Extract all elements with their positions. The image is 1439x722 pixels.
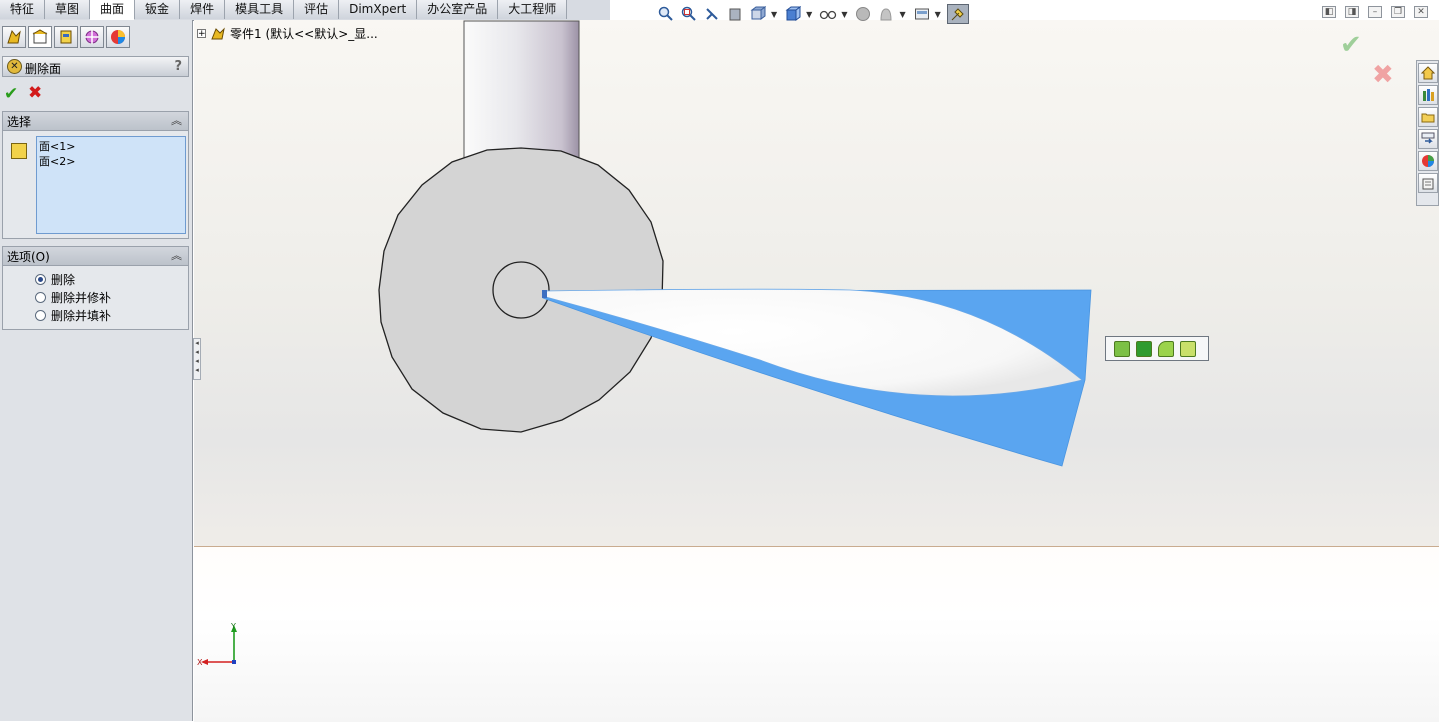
part-name: 零件1 (默认<<默认>_显... (230, 27, 378, 41)
feature-tree-flyout[interactable]: + 零件1 (默认<<默认>_显... (197, 25, 378, 42)
chevron-down-icon[interactable]: ▼ (899, 10, 905, 19)
reference-triad: Y X (197, 622, 237, 667)
view-orientation-icon[interactable] (748, 5, 768, 23)
faces-selection-box[interactable]: 面<1> 面<2> (36, 136, 186, 234)
close-icon[interactable]: ✕ (1414, 6, 1428, 18)
custom-properties-icon[interactable] (1418, 173, 1438, 193)
minimize-icon[interactable]: – (1368, 6, 1382, 18)
tab-evaluate[interactable]: 评估 (294, 0, 340, 19)
triad-x-label: X (197, 658, 203, 667)
configuration-manager-tab-icon[interactable] (54, 26, 78, 48)
property-manager-tab-icon[interactable] (28, 26, 52, 48)
property-manager-header: ✕ 删除面 ? (2, 56, 189, 77)
options-group-title: 选项(O) (7, 250, 50, 264)
edit-appearance-icon[interactable] (853, 5, 873, 23)
tab-big-engineer[interactable]: 大工程师 (498, 0, 568, 19)
tab-sketch[interactable]: 草图 (45, 0, 91, 19)
option-delete[interactable]: 删除 (35, 271, 75, 287)
design-library-icon[interactable] (1418, 85, 1438, 105)
option-label: 删除并填补 (51, 308, 112, 323)
select-loop-icon[interactable] (1180, 340, 1196, 357)
confirmation-ok-icon[interactable]: ✔ (1340, 30, 1362, 60)
options-group-header[interactable]: 选项(O) ︽ (3, 247, 188, 266)
collapse-icon[interactable]: ︽ (171, 247, 182, 263)
panel-splitter[interactable]: ◂ ◂ ◂ ◂ (193, 338, 201, 380)
help-icon[interactable]: ? (174, 59, 182, 74)
context-toolbar (1105, 336, 1209, 361)
option-label: 删除 (51, 272, 76, 287)
zoom-to-area-icon[interactable] (679, 5, 699, 23)
chevron-down-icon[interactable]: ▼ (806, 10, 812, 19)
zoom-to-fit-icon[interactable] (656, 5, 676, 23)
apply-scene-icon[interactable] (876, 5, 896, 23)
previous-view-icon[interactable] (702, 5, 722, 23)
hide-show-items-icon[interactable] (818, 5, 838, 23)
option-delete-and-patch[interactable]: 删除并修补 (35, 289, 111, 305)
document-window-controls: ◧ ◨ – ❐ ✕ (1322, 6, 1428, 18)
section-view-icon[interactable] (725, 5, 745, 23)
view-settings-icon[interactable] (912, 5, 932, 23)
tile-left-icon[interactable]: ◧ (1322, 6, 1336, 18)
dimxpert-manager-tab-icon[interactable] (80, 26, 104, 48)
tab-features[interactable]: 特征 (0, 0, 46, 19)
tile-right-icon[interactable]: ◨ (1345, 6, 1359, 18)
restore-icon[interactable]: ❐ (1391, 6, 1405, 18)
tab-sheet-metal[interactable]: 钣金 (135, 0, 181, 19)
view-palette-icon[interactable] (1418, 129, 1438, 149)
display-manager-tab-icon[interactable] (106, 26, 130, 48)
realview-graphics-icon[interactable] (946, 4, 969, 24)
tab-mold-tools[interactable]: 模具工具 (225, 0, 295, 19)
appearances-scenes-icon[interactable] (1418, 151, 1438, 171)
property-manager-title: 删除面 (25, 62, 62, 76)
radio-delete-and-fill[interactable] (35, 309, 46, 321)
options-group: 选项(O) ︽ 删除 删除并修补 删除并填补 (2, 246, 189, 330)
option-label: 删除并修补 (51, 290, 112, 305)
selection-group-header[interactable]: 选择 ︽ (3, 112, 188, 131)
tree-expand-icon[interactable]: + (197, 29, 206, 39)
radio-delete-and-patch[interactable] (35, 291, 46, 303)
option-delete-and-fill[interactable]: 删除并填补 (35, 307, 111, 323)
graphics-floor (194, 546, 1439, 722)
collapse-icon[interactable]: ︽ (171, 112, 182, 128)
command-manager-tabs: 特征 草图 曲面 钣金 焊件 模具工具 评估 DimXpert 办公室产品 大工… (0, 0, 610, 21)
file-explorer-icon[interactable] (1418, 107, 1438, 127)
selection-group: 选择 ︽ 面<1> 面<2> (2, 111, 189, 239)
ok-button[interactable]: ✔ (4, 84, 18, 104)
cancel-button[interactable]: ✖ (28, 83, 42, 103)
manager-tabs (2, 26, 130, 50)
chevron-down-icon[interactable]: ▼ (771, 10, 777, 19)
tab-surfaces[interactable]: 曲面 (90, 0, 136, 20)
feature-manager-tab-icon[interactable] (2, 26, 26, 48)
triad-y-label: Y (230, 622, 236, 631)
tab-dimxpert[interactable]: DimXpert (339, 0, 418, 19)
part-icon (211, 26, 225, 39)
confirmation-cancel-icon[interactable]: ✖ (1372, 60, 1394, 90)
chevron-down-icon[interactable]: ▼ (935, 10, 941, 19)
solidworks-resources-icon[interactable] (1418, 63, 1438, 83)
task-pane (1416, 60, 1439, 206)
tab-office-products[interactable]: 办公室产品 (417, 0, 499, 19)
delete-face-icon: ✕ (7, 59, 22, 74)
chevron-down-icon[interactable]: ▼ (841, 10, 847, 19)
list-item[interactable]: 面<1> (39, 139, 183, 154)
heads-up-view-toolbar: ▼ ▼ ▼ ▼ ▼ (656, 4, 969, 24)
display-style-icon[interactable] (783, 5, 803, 23)
radio-delete[interactable] (35, 273, 46, 285)
tab-weldments[interactable]: 焊件 (180, 0, 226, 19)
property-manager-panel: ✕ 删除面 ? ✔ ✖ 选择 ︽ 面<1> 面<2> 选项(O) ︽ 删除 删除… (0, 20, 193, 721)
edit-feature-icon[interactable] (1114, 340, 1130, 357)
list-item[interactable]: 面<2> (39, 154, 183, 169)
faces-selection-icon (11, 143, 27, 159)
select-body-icon[interactable] (1158, 340, 1174, 357)
select-face-icon[interactable] (1136, 340, 1152, 357)
selection-group-title: 选择 (7, 115, 32, 129)
